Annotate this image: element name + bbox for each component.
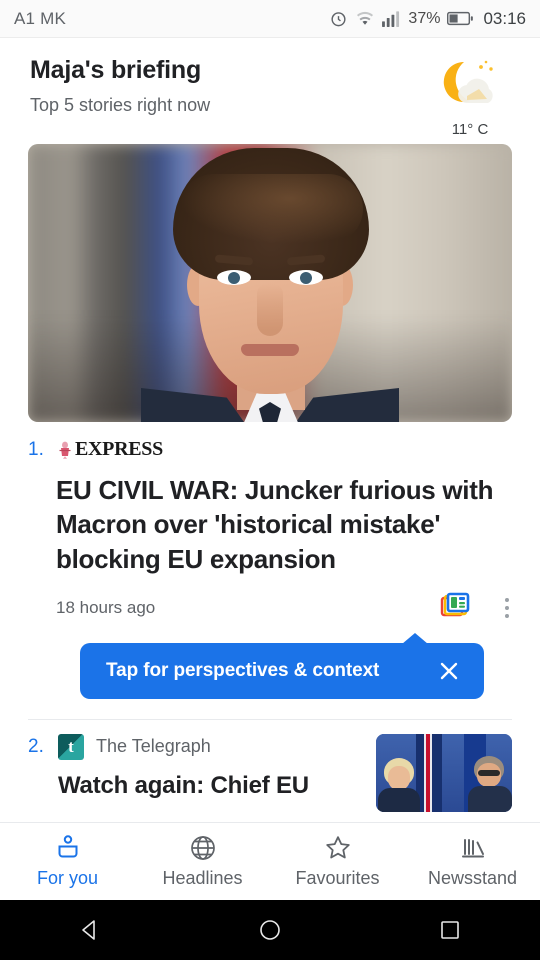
- nav-label-headlines: Headlines: [162, 868, 243, 888]
- hero-image[interactable]: [28, 144, 512, 422]
- nav-label-favourites: Favourites: [295, 868, 380, 888]
- story-1-actions: [440, 592, 518, 625]
- story-1-card[interactable]: [0, 144, 540, 422]
- story-2-source-label: The Telegraph: [96, 736, 211, 757]
- battery-percent-label: 37%: [408, 9, 441, 27]
- story-1-meta-row: 18 hours ago: [0, 576, 540, 625]
- story-2-thumbnail[interactable]: [376, 733, 512, 812]
- briefing-header-text: Maja's briefing Top 5 stories right now: [30, 54, 424, 116]
- perspectives-tooltip[interactable]: Tap for perspectives & context: [80, 632, 484, 699]
- telegraph-logo-icon[interactable]: t: [58, 733, 84, 760]
- android-navigation-bar: [0, 900, 540, 960]
- signal-icon: [382, 10, 401, 27]
- nav-item-for-you[interactable]: For you: [0, 834, 135, 889]
- page-subtitle: Top 5 stories right now: [30, 94, 211, 115]
- recents-square-icon[interactable]: [415, 900, 485, 960]
- nav-label-newsstand: Newsstand: [427, 868, 518, 888]
- story-2-text: 2. t The Telegraph Watch again: Chief EU: [28, 733, 362, 812]
- story-1-source-row: 1. EXPRESS: [0, 422, 540, 461]
- tooltip-label: Tap for perspectives & context: [106, 659, 380, 681]
- battery-icon: [447, 11, 474, 26]
- back-triangle-icon[interactable]: [55, 900, 125, 960]
- more-options-icon[interactable]: [496, 595, 518, 621]
- story-1-headline[interactable]: EU CIVIL WAR: Juncker furious with Macro…: [0, 461, 540, 576]
- alarm-icon: [329, 9, 348, 28]
- express-crest-icon: [58, 441, 72, 459]
- page-title: Maja's briefing: [30, 56, 202, 84]
- phone-screen: A1 MK 37% 03:16 Maja's briefing Top 5 st…: [0, 0, 540, 960]
- temperature-label: 11° C: [451, 121, 489, 138]
- moon-cloud-icon: [437, 60, 503, 118]
- story-2-headline[interactable]: Watch again: Chief EU: [28, 770, 362, 801]
- full-coverage-icon[interactable]: [440, 592, 470, 625]
- story-2-rank: 2.: [28, 735, 44, 757]
- close-icon[interactable]: [432, 654, 466, 688]
- star-icon: [324, 834, 352, 862]
- story-2-source-row: 2. t The Telegraph: [28, 733, 362, 760]
- story-1-timestamp: 18 hours ago: [56, 598, 156, 618]
- story-1-source[interactable]: EXPRESS: [58, 438, 163, 461]
- clock-label: 03:16: [483, 8, 526, 28]
- bottom-navigation: For you Headlines Favourites Newsstand: [0, 822, 540, 900]
- carrier-label: A1 MK: [14, 8, 67, 28]
- globe-icon: [189, 834, 217, 862]
- wifi-icon: [355, 10, 375, 27]
- portrait-figure: [141, 144, 399, 422]
- nav-item-headlines[interactable]: Headlines: [135, 834, 270, 889]
- story-2-card[interactable]: 2. t The Telegraph Watch again: Chief EU: [0, 720, 540, 812]
- person-briefcase-icon: [54, 834, 82, 862]
- status-icons: 37% 03:16: [329, 9, 526, 29]
- weather-widget[interactable]: 11° C: [424, 54, 516, 138]
- tooltip-caret: [402, 632, 428, 644]
- perspectives-tooltip-wrap: Tap for perspectives & context: [0, 625, 540, 699]
- home-circle-icon[interactable]: [235, 900, 305, 960]
- newsstand-icon: [459, 834, 487, 862]
- status-bar: A1 MK 37% 03:16: [0, 0, 540, 38]
- story-1-source-label: EXPRESS: [75, 438, 163, 460]
- story-1-rank: 1.: [28, 438, 44, 460]
- nav-label-for-you: For you: [36, 868, 99, 888]
- briefing-header: Maja's briefing Top 5 stories right now …: [0, 38, 540, 144]
- nav-item-favourites[interactable]: Favourites: [270, 834, 405, 889]
- nav-item-newsstand[interactable]: Newsstand: [405, 834, 540, 889]
